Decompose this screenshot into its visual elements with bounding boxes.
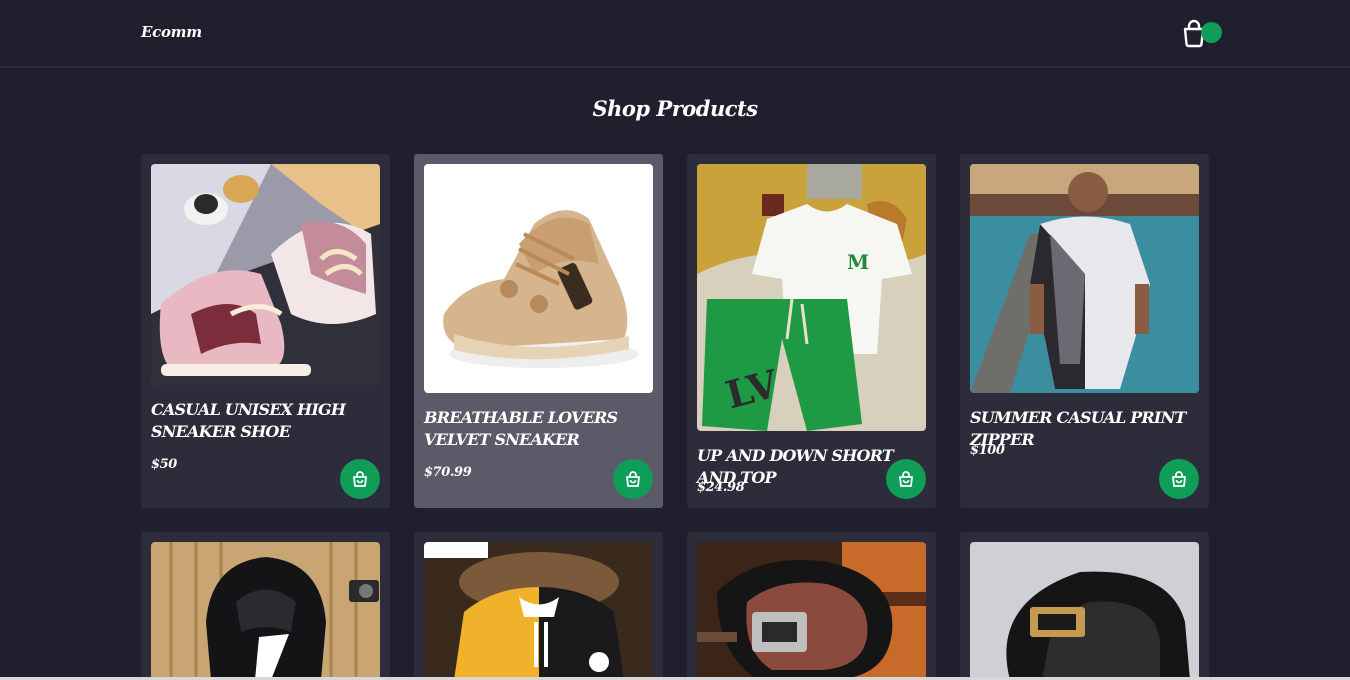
shopping-bag-icon (353, 471, 367, 487)
product-card[interactable]: M LV UP AND DOWN SHORT AND TOP $24.98 (687, 154, 936, 508)
product-price: $100 (970, 443, 1005, 458)
product-image-high-sneaker[interactable] (151, 164, 380, 385)
shopping-bag-icon (626, 471, 640, 487)
add-to-cart-button[interactable] (613, 459, 653, 499)
svg-text:M: M (847, 250, 869, 274)
product-price: $24.98 (697, 480, 745, 495)
product-name[interactable]: CASUAL UNISEX HIGH SNEAKER SHOE (151, 399, 380, 443)
brand-logo[interactable]: Ecomm (141, 23, 202, 41)
page-title: Shop Products (592, 96, 758, 121)
product-price: $70.99 (424, 465, 472, 480)
product-price: $50 (151, 457, 177, 472)
shopping-bag-icon (1172, 471, 1186, 487)
product-card[interactable]: BREATHABLE LOVERS VELVET SNEAKER $70.99 (414, 154, 663, 508)
product-card[interactable]: SUMMER CASUAL PRINT ZIPPER $100 (960, 154, 1209, 508)
cart-button[interactable] (1181, 18, 1225, 48)
top-nav: Ecomm (0, 0, 1350, 68)
shopping-bag-icon (899, 471, 913, 487)
product-image-automatic-belt[interactable] (970, 542, 1199, 680)
product-image-print-zipper[interactable] (970, 164, 1199, 393)
add-to-cart-button[interactable] (886, 459, 926, 499)
product-image-black-hoodie[interactable] (151, 542, 380, 680)
product-card[interactable] (141, 532, 390, 680)
product-card[interactable] (687, 532, 936, 680)
add-to-cart-button[interactable] (340, 459, 380, 499)
product-image-velvet-sneaker[interactable] (424, 164, 653, 393)
product-name[interactable]: BREATHABLE LOVERS VELVET SNEAKER (424, 407, 653, 451)
product-card[interactable] (960, 532, 1209, 680)
product-image-yellow-hoodie[interactable] (424, 542, 653, 680)
cart-count-badge (1201, 22, 1222, 43)
product-card[interactable] (414, 532, 663, 680)
product-image-leather-belt[interactable] (697, 542, 926, 680)
product-image-short-and-top[interactable]: M LV (697, 164, 926, 431)
product-card[interactable]: CASUAL UNISEX HIGH SNEAKER SHOE $50 (141, 154, 390, 508)
add-to-cart-button[interactable] (1159, 459, 1199, 499)
